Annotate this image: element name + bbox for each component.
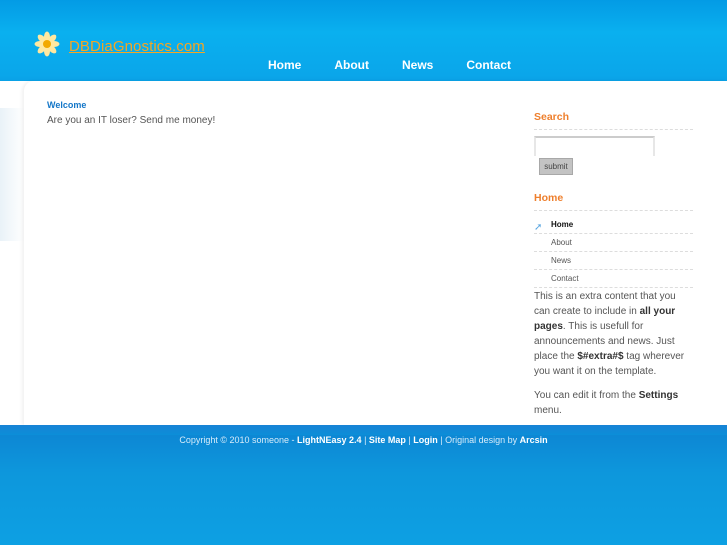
site-logo[interactable]: DBDiaGnostics.com [34, 31, 205, 62]
search-title: Search [534, 111, 693, 130]
nav-contact[interactable]: Contact [466, 58, 511, 72]
page-text: Are you an IT loser? Send me money! [47, 115, 216, 126]
sidebar-item-label[interactable]: About [551, 238, 572, 247]
page-heading: Welcome [47, 100, 87, 110]
sidebar-item-label[interactable]: Contact [551, 274, 579, 283]
submit-button[interactable]: submit [539, 158, 573, 175]
search-input[interactable] [536, 140, 653, 156]
footer: Copyright © 2010 someone - LightNEasy 2.… [0, 435, 727, 445]
copyright-text: Copyright © 2010 someone - [179, 435, 298, 445]
nav-home[interactable]: Home [268, 58, 301, 72]
nav-news[interactable]: News [402, 58, 433, 72]
sidebar-menu: ➚ Home About News Contact [534, 216, 693, 288]
footer-link-arcsin[interactable]: Arcsin [520, 435, 548, 445]
extra-paragraph-2: You can edit it from the Settings menu. [534, 388, 693, 418]
home-title: Home [534, 192, 693, 211]
extra-bold: Settings [638, 390, 679, 401]
extra-text: You can edit it from the [534, 390, 639, 401]
footer-separator: | [361, 435, 369, 445]
footer-design-text: | Original design by [437, 435, 520, 445]
footer-link-sitemap[interactable]: Site Map [369, 435, 406, 445]
search-field-wrapper [534, 136, 655, 156]
sidebar-item-label[interactable]: Home [551, 220, 573, 229]
footer-link-lighteasy[interactable]: LightNEasy 2.4 [297, 435, 362, 445]
site-title-link[interactable]: DBDiaGnostics.com [69, 38, 205, 55]
sidebar-item-about[interactable]: About [534, 234, 693, 252]
sidebar-item-news[interactable]: News [534, 252, 693, 270]
flower-icon [34, 31, 60, 62]
extra-tag: $#extra#$ [577, 351, 624, 362]
content-edge-shade [0, 108, 24, 241]
footer-link-login[interactable]: Login [413, 435, 438, 445]
sidebar-item-label[interactable]: News [551, 256, 571, 265]
sidebar-item-home[interactable]: ➚ Home [534, 216, 693, 234]
sidebar: Search submit Home ➚ Home About News Con… [534, 111, 693, 427]
sidebar-item-contact[interactable]: Contact [534, 270, 693, 288]
footer-divider [0, 425, 727, 435]
extra-paragraph-1: This is an extra content that you can cr… [534, 289, 693, 379]
nav-about[interactable]: About [334, 58, 369, 72]
extra-content: This is an extra content that you can cr… [534, 289, 693, 418]
main-content: Welcome Are you an IT loser? Send me mon… [47, 100, 215, 126]
extra-text: menu. [534, 405, 562, 416]
main-nav: Home About News Contact [268, 58, 544, 72]
